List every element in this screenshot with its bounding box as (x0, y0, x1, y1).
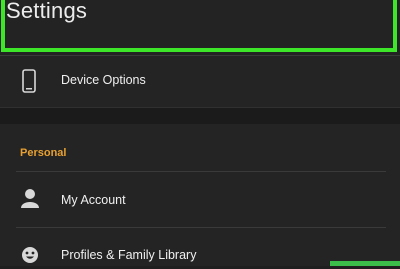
header-highlight-box (1, 0, 397, 52)
profiles-family-library-label: Profiles & Family Library (61, 248, 197, 262)
section-gap (0, 108, 400, 124)
my-account-label: My Account (61, 193, 126, 207)
bottom-accent-bar (330, 261, 400, 266)
my-account-item[interactable]: My Account (0, 174, 400, 226)
device-options-label: Device Options (61, 73, 146, 87)
item-divider (16, 227, 386, 228)
device-options-item[interactable]: Device Options (0, 56, 400, 108)
personal-section-label: Personal (20, 147, 67, 159)
phone-icon (22, 69, 36, 98)
section-divider (16, 171, 386, 172)
person-icon (21, 188, 39, 213)
